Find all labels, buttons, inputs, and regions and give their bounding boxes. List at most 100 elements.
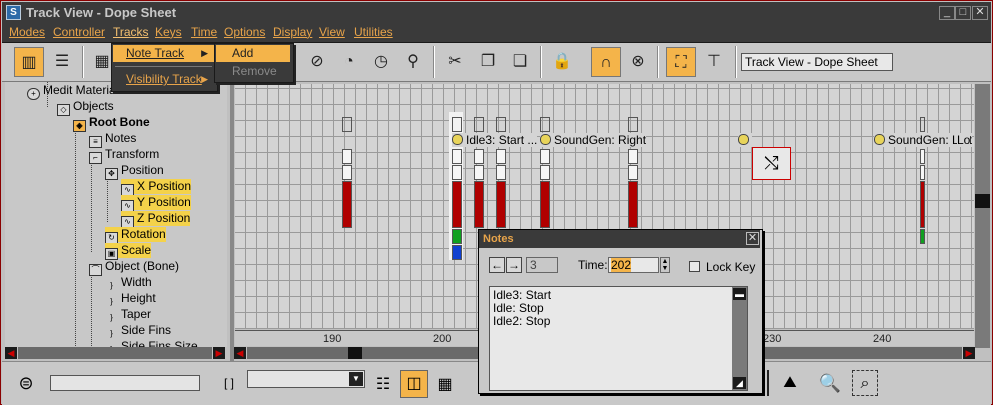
tree-item-rotation[interactable]: ↻ Rotation	[105, 227, 166, 244]
key-frame-selected[interactable]	[540, 181, 550, 228]
hierarchy-scroll-left-icon[interactable]: ◀	[5, 347, 17, 359]
notes-scrollbar[interactable]: ▬ ◢	[732, 287, 747, 390]
note-key[interactable]: Idle3: Start ...	[452, 133, 538, 147]
menu-add[interactable]: Add	[216, 45, 290, 62]
tree-item-taper[interactable]: } Taper	[105, 307, 151, 322]
list-view-icon[interactable]: ☷	[370, 372, 396, 398]
lock-selection-icon[interactable]: 🔒	[547, 47, 577, 77]
key-frame[interactable]	[496, 149, 506, 164]
key-frame[interactable]	[342, 165, 352, 180]
pan-icon[interactable]: ⛰	[777, 370, 803, 396]
zoom-icon[interactable]: 🔍	[817, 370, 843, 396]
note-key[interactable]: Lo	[957, 133, 971, 147]
grid-view-icon[interactable]: ▦	[432, 372, 458, 398]
key-frame[interactable]	[628, 117, 638, 132]
time-input[interactable]: 202	[608, 257, 659, 273]
scroll-thumb[interactable]	[975, 194, 990, 208]
rotation-key[interactable]	[452, 229, 462, 244]
key-frame-selected[interactable]	[628, 181, 638, 228]
minimize-icon[interactable]: _	[939, 6, 955, 20]
key-frame[interactable]	[540, 149, 550, 164]
menu-modes[interactable]: Modes	[9, 25, 45, 39]
selected-object-field[interactable]	[50, 375, 200, 391]
tree-item-notes[interactable]: ≡ Notes	[89, 131, 136, 148]
tree-item-transform[interactable]: ⌐ Transform	[89, 147, 159, 164]
tree-item-y-position[interactable]: ∿ Y Position	[121, 195, 191, 212]
key-frame[interactable]	[474, 165, 484, 180]
expand-icon[interactable]: +	[27, 88, 40, 100]
zoom-region-icon[interactable]: ⌕	[852, 370, 878, 396]
previous-note-icon[interactable]: ←	[489, 257, 505, 273]
menu-visibility-track[interactable]: Visibility Track ▶	[113, 71, 214, 88]
key-frame-selected[interactable]	[474, 181, 484, 228]
menu-display[interactable]: Display	[273, 25, 312, 39]
tree-item-scale[interactable]: ▣ Scale	[105, 243, 152, 260]
scale-time-icon[interactable]: ◔	[334, 47, 364, 77]
tree-item-side-fins-size[interactable]: }Side Fins Size	[105, 339, 198, 347]
tree-item-width[interactable]: } Width	[105, 275, 152, 290]
resize-grip-icon[interactable]: ◢	[733, 377, 746, 389]
menu-time[interactable]: Time	[191, 25, 217, 39]
hierarchy-scroll-right-icon[interactable]: ▶	[213, 347, 225, 359]
key-frame[interactable]	[540, 117, 550, 132]
close-icon[interactable]: ✕	[746, 232, 759, 245]
menu-options[interactable]: Options	[224, 25, 265, 39]
snap-frames-icon[interactable]: ∩	[591, 47, 621, 77]
maximize-icon[interactable]: □	[955, 6, 971, 20]
key-frame[interactable]	[540, 165, 550, 180]
key-frame[interactable]	[342, 149, 352, 164]
show-keyable-icon[interactable]: ⊗	[623, 47, 653, 77]
menu-tracks[interactable]: Tracks	[113, 25, 149, 39]
modify-child-keys-icon[interactable]: ⊤	[699, 47, 729, 77]
splitter[interactable]	[230, 82, 234, 361]
cut-icon[interactable]: ✂	[440, 47, 470, 77]
grid-hscroll-thumb[interactable]	[348, 347, 362, 359]
key-frame[interactable]	[628, 149, 638, 164]
tree-item-position[interactable]: ✥ Position	[105, 163, 164, 180]
lock-key-checkbox[interactable]	[689, 261, 700, 272]
rotation-key[interactable]	[920, 229, 925, 244]
key-frame[interactable]	[342, 117, 352, 132]
menu-utilities[interactable]: Utilities	[354, 25, 393, 39]
key-frame[interactable]	[920, 117, 925, 132]
tree-item-objects[interactable]: ◇ Objects	[57, 99, 114, 116]
key-frame[interactable]	[628, 165, 638, 180]
scroll-up-icon[interactable]: ▬	[733, 288, 746, 300]
menu-keys[interactable]: Keys	[155, 25, 182, 39]
scale-key[interactable]	[452, 245, 462, 260]
tree-item-side-fins[interactable]: } Side Fins	[105, 323, 171, 338]
key-frame-selected[interactable]	[496, 181, 506, 228]
paste-icon[interactable]: ❏	[505, 47, 535, 77]
tree-item-root-bone[interactable]: ◈ Root Bone	[73, 115, 150, 132]
key-frame-selected[interactable]	[452, 181, 462, 228]
next-note-icon[interactable]: →	[506, 257, 522, 273]
key-frame[interactable]	[920, 149, 925, 164]
tree-item-height[interactable]: } Height	[105, 291, 156, 306]
grid-vscrollbar[interactable]	[975, 84, 990, 348]
close-icon[interactable]: ✕	[972, 6, 988, 20]
tree-item-medit-materials[interactable]: + Medit Materials	[27, 83, 124, 100]
key-frame[interactable]	[920, 165, 925, 180]
key-frame[interactable]	[452, 149, 462, 164]
key-frame[interactable]	[474, 117, 484, 132]
zoom-selected-object-icon[interactable]: ⊜	[14, 370, 38, 396]
note-key[interactable]: SoundGen: Right	[540, 133, 647, 147]
notes-text-area[interactable]: Idle3: Start Idle: Stop Idle2: Stop ▬ ◢	[489, 286, 748, 391]
menu-view[interactable]: View	[319, 25, 345, 39]
menu-note-track[interactable]: Note Track ▶	[113, 45, 214, 62]
grid-scroll-right-icon[interactable]: ▶	[963, 347, 975, 359]
key-frame-selected[interactable]	[920, 181, 925, 228]
modify-subtree-icon[interactable]: ⛶	[666, 47, 696, 77]
key-frame[interactable]	[496, 117, 506, 132]
key-frame[interactable]	[474, 149, 484, 164]
track-selection-dropdown[interactable]: ▼	[247, 370, 365, 388]
copy-icon[interactable]: ❐	[473, 47, 503, 77]
key-frame[interactable]	[452, 117, 462, 132]
menu-controller[interactable]: Controller	[53, 25, 105, 39]
time-spinner-icon[interactable]: ▲ ▼	[660, 257, 670, 273]
note-key[interactable]	[738, 133, 752, 147]
track-view-name-field[interactable]: Track View - Dope Sheet	[741, 53, 893, 71]
tree-item-x-position[interactable]: ∿ X Position	[121, 179, 192, 196]
edit-ranges-icon[interactable]: ☰	[47, 47, 77, 77]
chevron-down-icon[interactable]: ▼	[349, 372, 363, 386]
